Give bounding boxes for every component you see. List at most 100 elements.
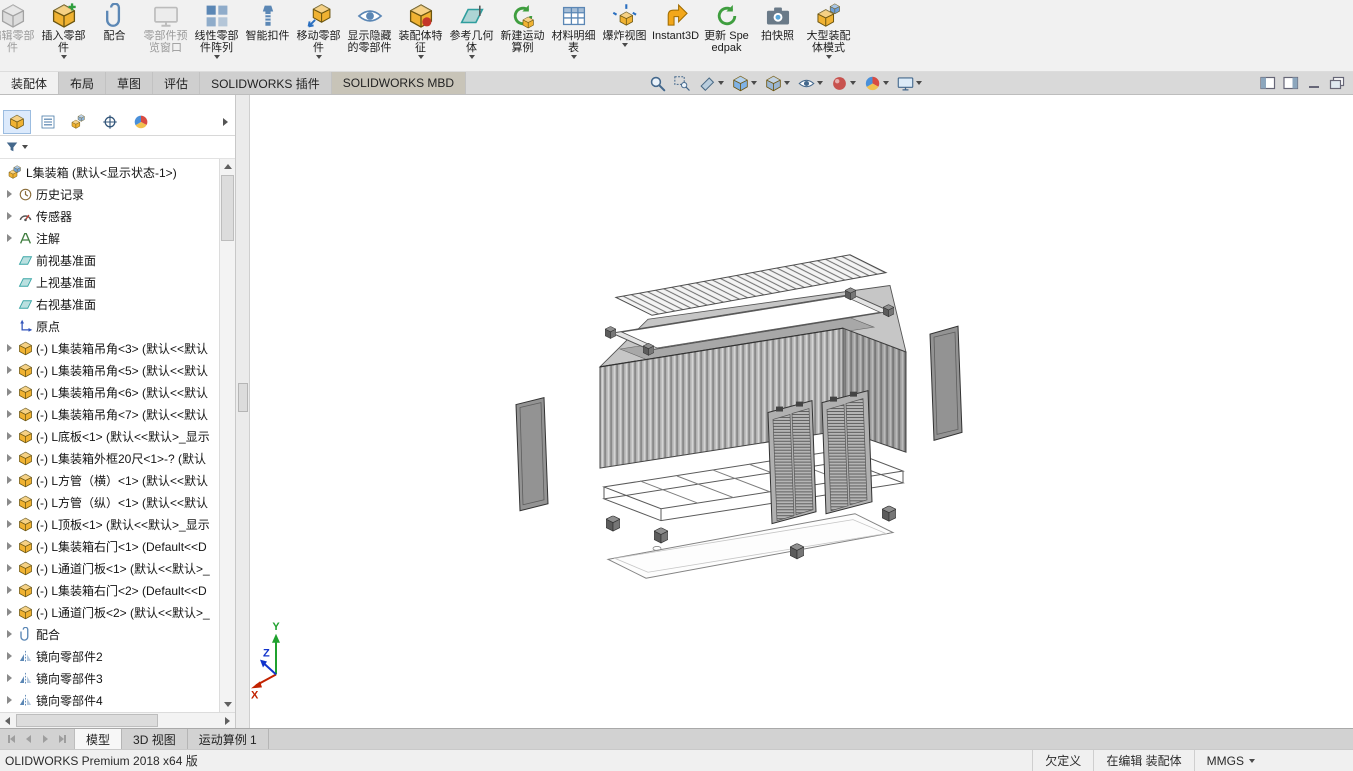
dropdown-caret[interactable]: [621, 43, 628, 47]
previous-tab-button[interactable]: [21, 732, 36, 747]
tree-item-history[interactable]: 历史记录: [0, 183, 219, 205]
apply-scene-button[interactable]: [861, 74, 892, 93]
tree-item-passage-door-panel-2[interactable]: (-) L通道门板<2> (默认<<默认>_: [0, 601, 219, 623]
dropdown-caret[interactable]: [1249, 758, 1255, 763]
tree-item-mirror-component-4[interactable]: 镜向零部件4: [0, 689, 219, 711]
expand-arrow[interactable]: [4, 541, 15, 552]
expand-arrow[interactable]: [4, 585, 15, 596]
panel-tab-overflow-button[interactable]: [218, 113, 232, 131]
scroll-right-button[interactable]: [220, 713, 235, 728]
last-tab-button[interactable]: [55, 732, 70, 747]
dropdown-caret[interactable]: [916, 81, 923, 86]
vent-door-panel-2[interactable]: [821, 390, 873, 515]
dimxpertmanager-tab[interactable]: [96, 110, 124, 134]
first-tab-button[interactable]: [4, 732, 19, 747]
model-viewport[interactable]: Y X Z: [250, 95, 1353, 728]
dropdown-caret[interactable]: [718, 81, 725, 86]
tree-item-top-plate[interactable]: (-) L顶板<1> (默认<<默认>_显示: [0, 513, 219, 535]
tab-solidworks-mbd[interactable]: SOLIDWORKS MBD: [331, 72, 467, 95]
dropdown-caret[interactable]: [751, 81, 758, 86]
new-motion-study-button[interactable]: 新建运动算例: [497, 2, 548, 68]
vent-door-panel-1[interactable]: [767, 400, 817, 525]
mate-button[interactable]: 配合: [89, 2, 140, 68]
zoom-to-area-button[interactable]: [671, 74, 694, 93]
component-preview-window-button[interactable]: 零部件预览窗口: [140, 2, 191, 68]
scroll-left-button[interactable]: [0, 713, 15, 728]
expand-arrow[interactable]: [4, 431, 15, 442]
dropdown-caret[interactable]: [850, 81, 857, 86]
tree-item-bottom-plate[interactable]: (-) L底板<1> (默认<<默认>_显示: [0, 425, 219, 447]
tree-horizontal-scrollbar[interactable]: [0, 712, 235, 729]
take-snapshot-button[interactable]: 拍快照: [752, 2, 803, 68]
displaymanager-tab[interactable]: [127, 110, 155, 134]
scroll-thumb[interactable]: [16, 714, 158, 728]
tab-assembly[interactable]: 装配体: [0, 72, 60, 95]
doc-tab-model[interactable]: 模型: [75, 729, 123, 750]
scroll-track[interactable]: [15, 713, 220, 728]
expand-arrow[interactable]: [4, 607, 15, 618]
tab-evaluate[interactable]: 评估: [153, 72, 201, 95]
tree-item-front-plane[interactable]: 前视基准面: [0, 249, 219, 271]
tree-item-top-plane[interactable]: 上视基准面: [0, 271, 219, 293]
tree-item-mates[interactable]: 配合: [0, 623, 219, 645]
tree-item-right-door-2[interactable]: (-) L集装箱右门<2> (Default<<D: [0, 579, 219, 601]
show-hidden-components-button[interactable]: 显示隐藏的零部件: [344, 2, 395, 68]
expand-arrow[interactable]: [4, 453, 15, 464]
unit-system-selector[interactable]: MMGS: [1193, 750, 1267, 771]
tree-item-corner-casting-6[interactable]: (-) L集装箱吊角<6> (默认<<默认: [0, 381, 219, 403]
tree-item-passage-door-panel-1[interactable]: (-) L通道门板<1> (默认<<默认>_: [0, 557, 219, 579]
expand-arrow[interactable]: [4, 387, 15, 398]
tab-layout[interactable]: 布局: [59, 72, 107, 95]
expand-arrow[interactable]: [4, 651, 15, 662]
dropdown-caret[interactable]: [417, 55, 424, 59]
tile-panes-icon[interactable]: [1329, 76, 1345, 90]
tree-item-corner-casting-5[interactable]: (-) L集装箱吊角<5> (默认<<默认: [0, 359, 219, 381]
panel-splitter[interactable]: [236, 95, 250, 729]
scroll-thumb[interactable]: [221, 175, 234, 242]
tree-item-right-plane[interactable]: 右视基准面: [0, 293, 219, 315]
expand-arrow[interactable]: [4, 233, 15, 244]
dropdown-caret[interactable]: [883, 81, 890, 86]
dropdown-caret[interactable]: [213, 55, 220, 59]
edit-component-button[interactable]: 编辑零部件: [0, 2, 38, 68]
tree-item-outer-frame-20ft[interactable]: (-) L集装箱外框20尺<1>-? (默认: [0, 447, 219, 469]
update-speedpak-button[interactable]: 更新 Speedpak: [701, 2, 752, 68]
view-orientation-button[interactable]: [729, 74, 760, 93]
expand-arrow[interactable]: [4, 563, 15, 574]
tab-solidworks-addins[interactable]: SOLIDWORKS 插件: [200, 72, 332, 95]
tree-item-corner-casting-7[interactable]: (-) L集装箱吊角<7> (默认<<默认: [0, 403, 219, 425]
dropdown-caret[interactable]: [570, 55, 577, 59]
move-component-button[interactable]: 移动零部件: [293, 2, 344, 68]
dropdown-caret[interactable]: [825, 55, 832, 59]
doc-tab-motion-study-1[interactable]: 运动算例 1: [188, 729, 269, 750]
view-settings-button[interactable]: [894, 74, 925, 93]
expand-arrow[interactable]: [4, 695, 15, 706]
dropdown-caret[interactable]: [468, 55, 475, 59]
expand-arrow[interactable]: [4, 189, 15, 200]
tree-item-right-door-1[interactable]: (-) L集装箱右门<1> (Default<<D: [0, 535, 219, 557]
reference-geometry-button[interactable]: 参考几何体: [446, 2, 497, 68]
expand-arrow[interactable]: [4, 365, 15, 376]
tab-sketch[interactable]: 草图: [106, 72, 154, 95]
graphics-area[interactable]: Y X Z: [250, 95, 1353, 729]
tree-item-square-tube-horizontal[interactable]: (-) L方管（横）<1> (默认<<默认: [0, 469, 219, 491]
dropdown-caret[interactable]: [817, 81, 824, 86]
large-assembly-mode-button[interactable]: 大型装配体模式: [803, 2, 854, 68]
scroll-track[interactable]: [220, 174, 235, 697]
edit-appearance-button[interactable]: [828, 74, 859, 93]
dropdown-caret[interactable]: [60, 55, 67, 59]
tree-item-sensors[interactable]: 传感器: [0, 205, 219, 227]
insert-component-button[interactable]: 插入零部件: [38, 2, 89, 68]
propertymanager-tab[interactable]: [34, 110, 62, 134]
tree-item-mirror-component-3[interactable]: 镜向零部件3: [0, 667, 219, 689]
expand-arrow[interactable]: [4, 475, 15, 486]
configurationmanager-tab[interactable]: [65, 110, 93, 134]
expand-arrow[interactable]: [4, 497, 15, 508]
tree-item-annotations[interactable]: 注解: [0, 227, 219, 249]
bill-of-materials-button[interactable]: 材料明细表: [548, 2, 599, 68]
featuremanager-tab[interactable]: [3, 110, 31, 135]
next-tab-button[interactable]: [38, 732, 53, 747]
filter-dropdown-caret[interactable]: [22, 145, 28, 150]
dropdown-caret[interactable]: [784, 81, 791, 86]
tree-item-mirror-component-2[interactable]: 镜向零部件2: [0, 645, 219, 667]
